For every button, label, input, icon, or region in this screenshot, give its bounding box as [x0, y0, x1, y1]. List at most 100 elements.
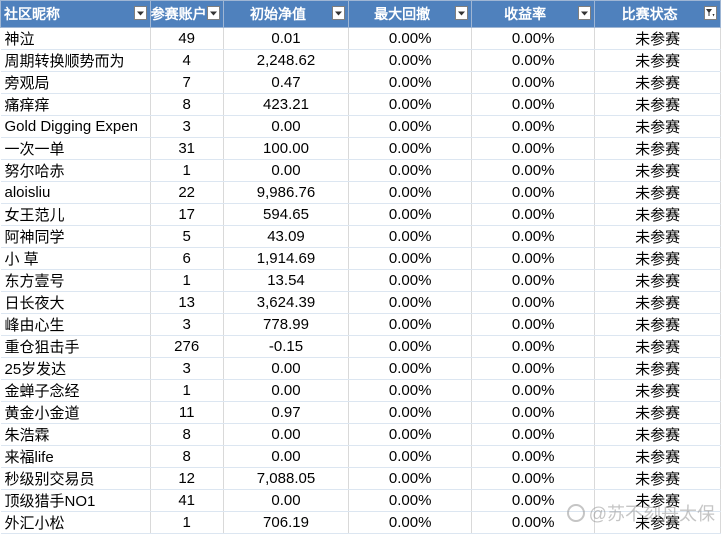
cell-account-count[interactable]: 1: [150, 379, 224, 402]
cell-max-drawdown[interactable]: 0.00%: [348, 203, 473, 226]
cell-return-rate[interactable]: 0.00%: [471, 203, 596, 226]
filter-active-button[interactable]: [704, 6, 717, 20]
cell-account-count[interactable]: 3: [150, 115, 224, 138]
cell-status[interactable]: 未参赛: [594, 93, 721, 116]
cell-account-count[interactable]: 3: [150, 313, 224, 336]
cell-account-count[interactable]: 49: [150, 27, 224, 50]
cell-initial-nav[interactable]: 1,914.69: [223, 247, 350, 270]
cell-initial-nav[interactable]: 13.54: [223, 269, 350, 292]
cell-return-rate[interactable]: 0.00%: [471, 71, 596, 94]
cell-account-count[interactable]: 41: [150, 489, 224, 512]
cell-return-rate[interactable]: 0.00%: [471, 115, 596, 138]
cell-return-rate[interactable]: 0.00%: [471, 401, 596, 424]
cell-nickname[interactable]: 东方壹号: [0, 269, 151, 292]
cell-status[interactable]: 未参赛: [594, 401, 721, 424]
cell-status[interactable]: 未参赛: [594, 511, 721, 534]
cell-nickname[interactable]: 金蝉子念经: [0, 379, 151, 402]
cell-initial-nav[interactable]: 0.01: [223, 27, 350, 50]
cell-initial-nav[interactable]: 0.00: [223, 357, 350, 380]
filter-dropdown-button[interactable]: [455, 6, 469, 20]
cell-status[interactable]: 未参赛: [594, 291, 721, 314]
cell-max-drawdown[interactable]: 0.00%: [348, 225, 473, 248]
cell-account-count[interactable]: 4: [150, 49, 224, 72]
cell-status[interactable]: 未参赛: [594, 467, 721, 490]
cell-status[interactable]: 未参赛: [594, 225, 721, 248]
cell-return-rate[interactable]: 0.00%: [471, 181, 596, 204]
cell-initial-nav[interactable]: 0.00: [223, 115, 350, 138]
cell-account-count[interactable]: 1: [150, 159, 224, 182]
cell-account-count[interactable]: 7: [150, 71, 224, 94]
cell-initial-nav[interactable]: 0.97: [223, 401, 350, 424]
cell-nickname[interactable]: 周期转换顺势而为: [0, 49, 151, 72]
cell-status[interactable]: 未参赛: [594, 181, 721, 204]
cell-return-rate[interactable]: 0.00%: [471, 511, 596, 534]
cell-nickname[interactable]: 来福life: [0, 445, 151, 468]
cell-max-drawdown[interactable]: 0.00%: [348, 181, 473, 204]
cell-max-drawdown[interactable]: 0.00%: [348, 93, 473, 116]
cell-max-drawdown[interactable]: 0.00%: [348, 401, 473, 424]
cell-nickname[interactable]: 小 草: [0, 247, 151, 270]
cell-initial-nav[interactable]: 0.00: [223, 489, 350, 512]
filter-dropdown-button[interactable]: [578, 6, 592, 20]
cell-return-rate[interactable]: 0.00%: [471, 225, 596, 248]
cell-max-drawdown[interactable]: 0.00%: [348, 313, 473, 336]
cell-account-count[interactable]: 8: [150, 445, 224, 468]
cell-status[interactable]: 未参赛: [594, 203, 721, 226]
cell-status[interactable]: 未参赛: [594, 247, 721, 270]
cell-nickname[interactable]: 旁观局: [0, 71, 151, 94]
cell-status[interactable]: 未参赛: [594, 269, 721, 292]
cell-nickname[interactable]: 朱浩霖: [0, 423, 151, 446]
cell-initial-nav[interactable]: 706.19: [223, 511, 350, 534]
cell-initial-nav[interactable]: 0.00: [223, 159, 350, 182]
cell-return-rate[interactable]: 0.00%: [471, 159, 596, 182]
cell-max-drawdown[interactable]: 0.00%: [348, 489, 473, 512]
cell-status[interactable]: 未参赛: [594, 489, 721, 512]
cell-initial-nav[interactable]: 0.47: [223, 71, 350, 94]
cell-account-count[interactable]: 11: [150, 401, 224, 424]
cell-nickname[interactable]: 阿神同学: [0, 225, 151, 248]
cell-account-count[interactable]: 3: [150, 357, 224, 380]
cell-initial-nav[interactable]: 7,088.05: [223, 467, 350, 490]
cell-nickname[interactable]: 峰由心生: [0, 313, 151, 336]
cell-max-drawdown[interactable]: 0.00%: [348, 335, 473, 358]
cell-return-rate[interactable]: 0.00%: [471, 467, 596, 490]
cell-return-rate[interactable]: 0.00%: [471, 137, 596, 160]
cell-max-drawdown[interactable]: 0.00%: [348, 357, 473, 380]
cell-account-count[interactable]: 12: [150, 467, 224, 490]
cell-account-count[interactable]: 8: [150, 93, 224, 116]
cell-account-count[interactable]: 1: [150, 269, 224, 292]
cell-return-rate[interactable]: 0.00%: [471, 93, 596, 116]
cell-nickname[interactable]: 秒级别交易员: [0, 467, 151, 490]
cell-status[interactable]: 未参赛: [594, 115, 721, 138]
filter-dropdown-button[interactable]: [332, 6, 346, 20]
cell-max-drawdown[interactable]: 0.00%: [348, 445, 473, 468]
cell-account-count[interactable]: 6: [150, 247, 224, 270]
cell-max-drawdown[interactable]: 0.00%: [348, 423, 473, 446]
cell-initial-nav[interactable]: 43.09: [223, 225, 350, 248]
cell-return-rate[interactable]: 0.00%: [471, 49, 596, 72]
cell-account-count[interactable]: 22: [150, 181, 224, 204]
cell-account-count[interactable]: 8: [150, 423, 224, 446]
cell-nickname[interactable]: 黄金小金道: [0, 401, 151, 424]
cell-nickname[interactable]: 神泣: [0, 27, 151, 50]
cell-max-drawdown[interactable]: 0.00%: [348, 269, 473, 292]
cell-return-rate[interactable]: 0.00%: [471, 489, 596, 512]
cell-initial-nav[interactable]: 100.00: [223, 137, 350, 160]
cell-initial-nav[interactable]: 594.65: [223, 203, 350, 226]
cell-return-rate[interactable]: 0.00%: [471, 357, 596, 380]
cell-max-drawdown[interactable]: 0.00%: [348, 467, 473, 490]
cell-nickname[interactable]: 女王范儿: [0, 203, 151, 226]
cell-account-count[interactable]: 5: [150, 225, 224, 248]
cell-return-rate[interactable]: 0.00%: [471, 335, 596, 358]
filter-dropdown-button[interactable]: [206, 6, 220, 20]
cell-initial-nav[interactable]: 423.21: [223, 93, 350, 116]
cell-status[interactable]: 未参赛: [594, 159, 721, 182]
cell-return-rate[interactable]: 0.00%: [471, 313, 596, 336]
cell-status[interactable]: 未参赛: [594, 423, 721, 446]
cell-return-rate[interactable]: 0.00%: [471, 27, 596, 50]
cell-max-drawdown[interactable]: 0.00%: [348, 27, 473, 50]
cell-max-drawdown[interactable]: 0.00%: [348, 379, 473, 402]
cell-initial-nav[interactable]: 778.99: [223, 313, 350, 336]
cell-max-drawdown[interactable]: 0.00%: [348, 247, 473, 270]
cell-nickname[interactable]: 一次一单: [0, 137, 151, 160]
